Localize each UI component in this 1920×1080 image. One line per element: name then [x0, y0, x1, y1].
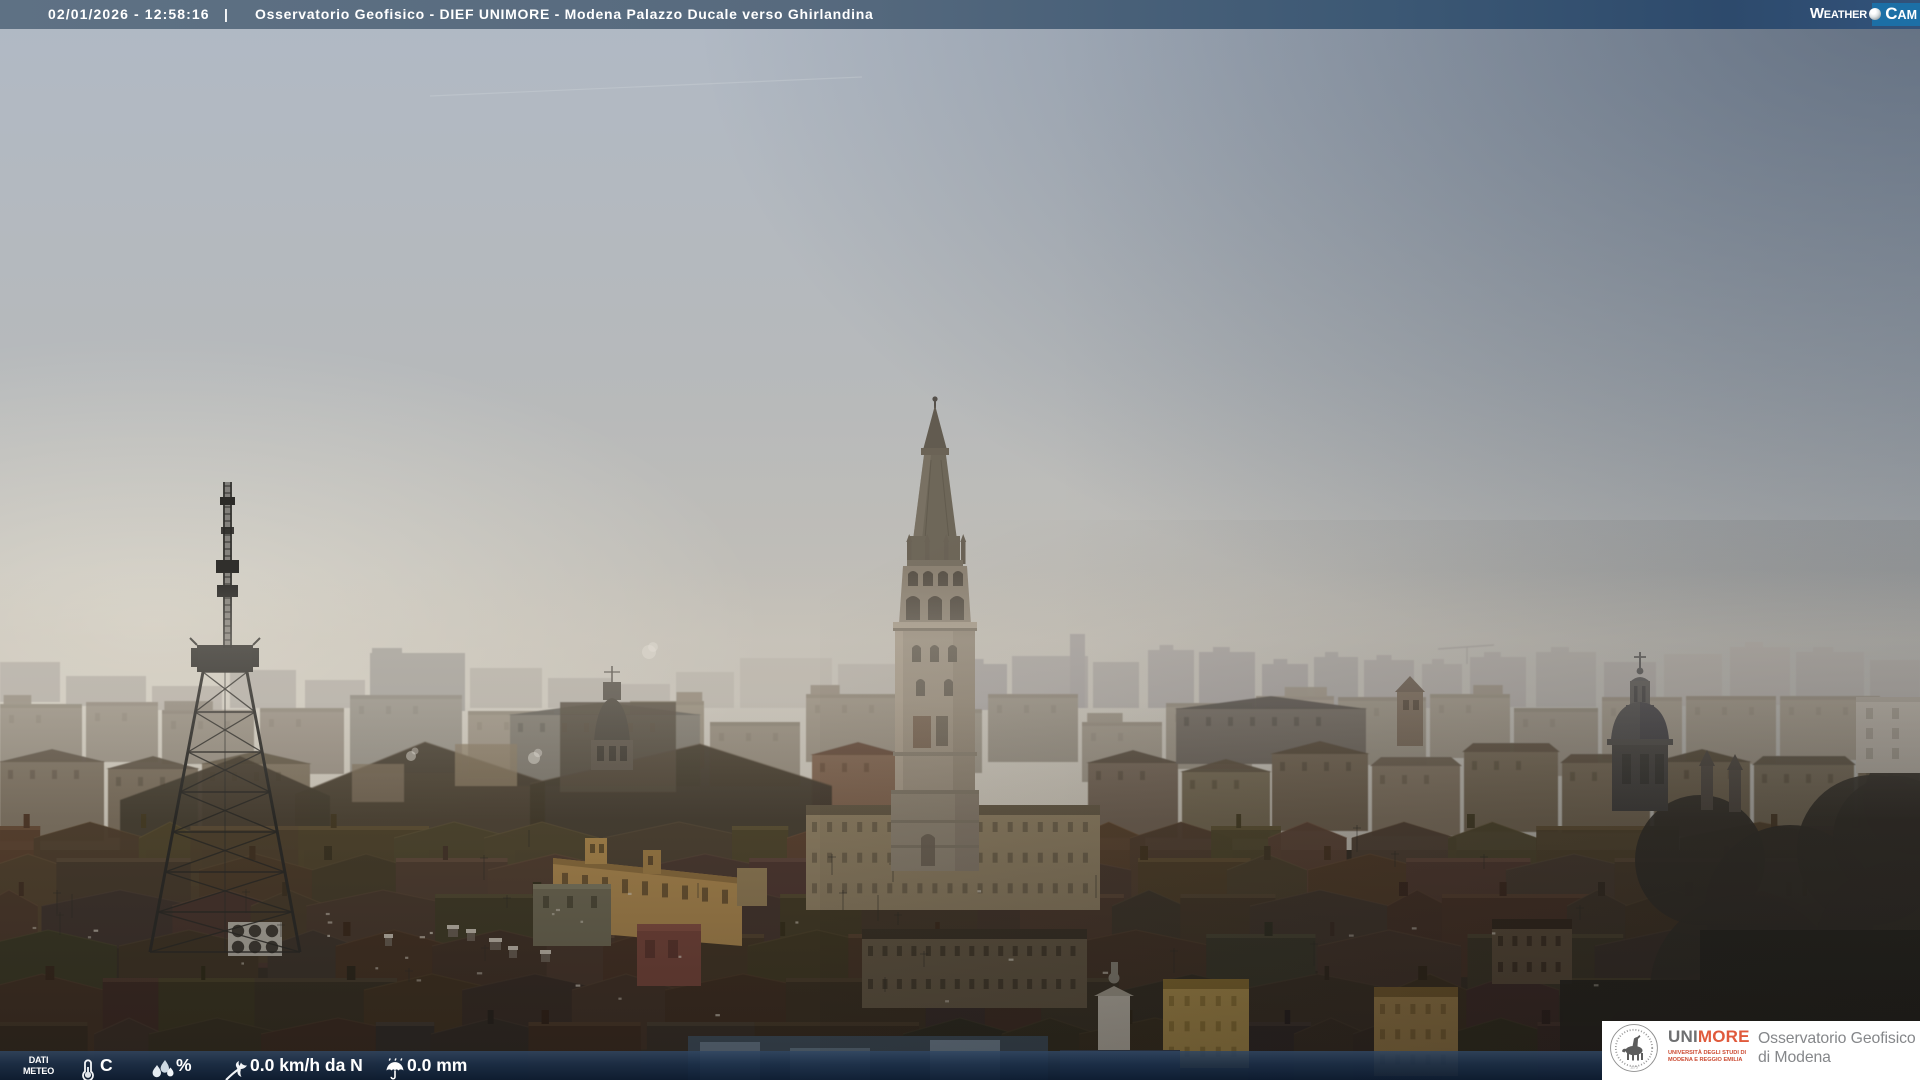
- svg-text:1175: 1175: [1630, 1066, 1638, 1070]
